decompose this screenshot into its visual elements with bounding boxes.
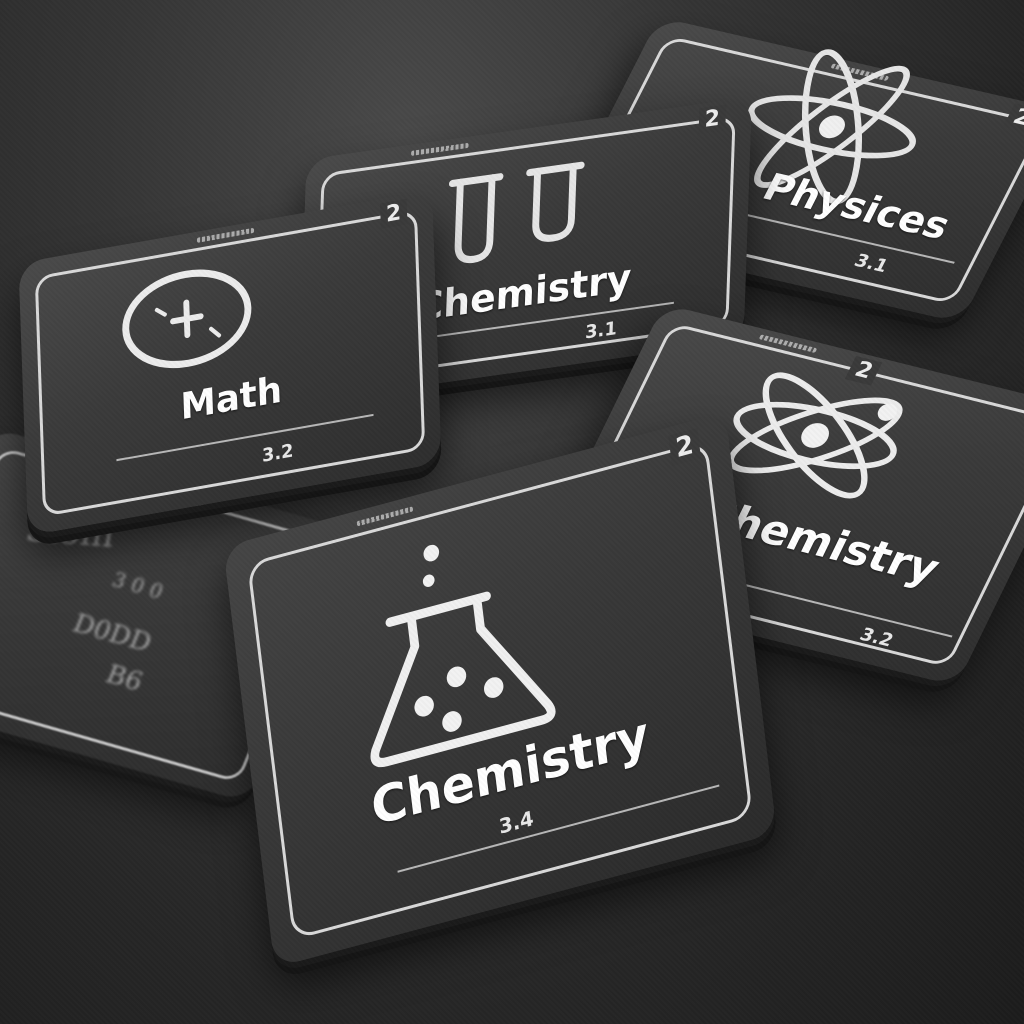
table-surface: 3loin 3 0 0 D0DD B6 2 Physices 3.1 2 Che… <box>0 0 1024 1024</box>
chemistry-card-flask[interactable]: 2 Chemistry 3.4 <box>223 412 777 968</box>
card-number: 2 <box>698 104 727 134</box>
card-number: 2 <box>379 198 408 229</box>
math-card[interactable]: 2 Math 3.2 <box>18 190 442 536</box>
